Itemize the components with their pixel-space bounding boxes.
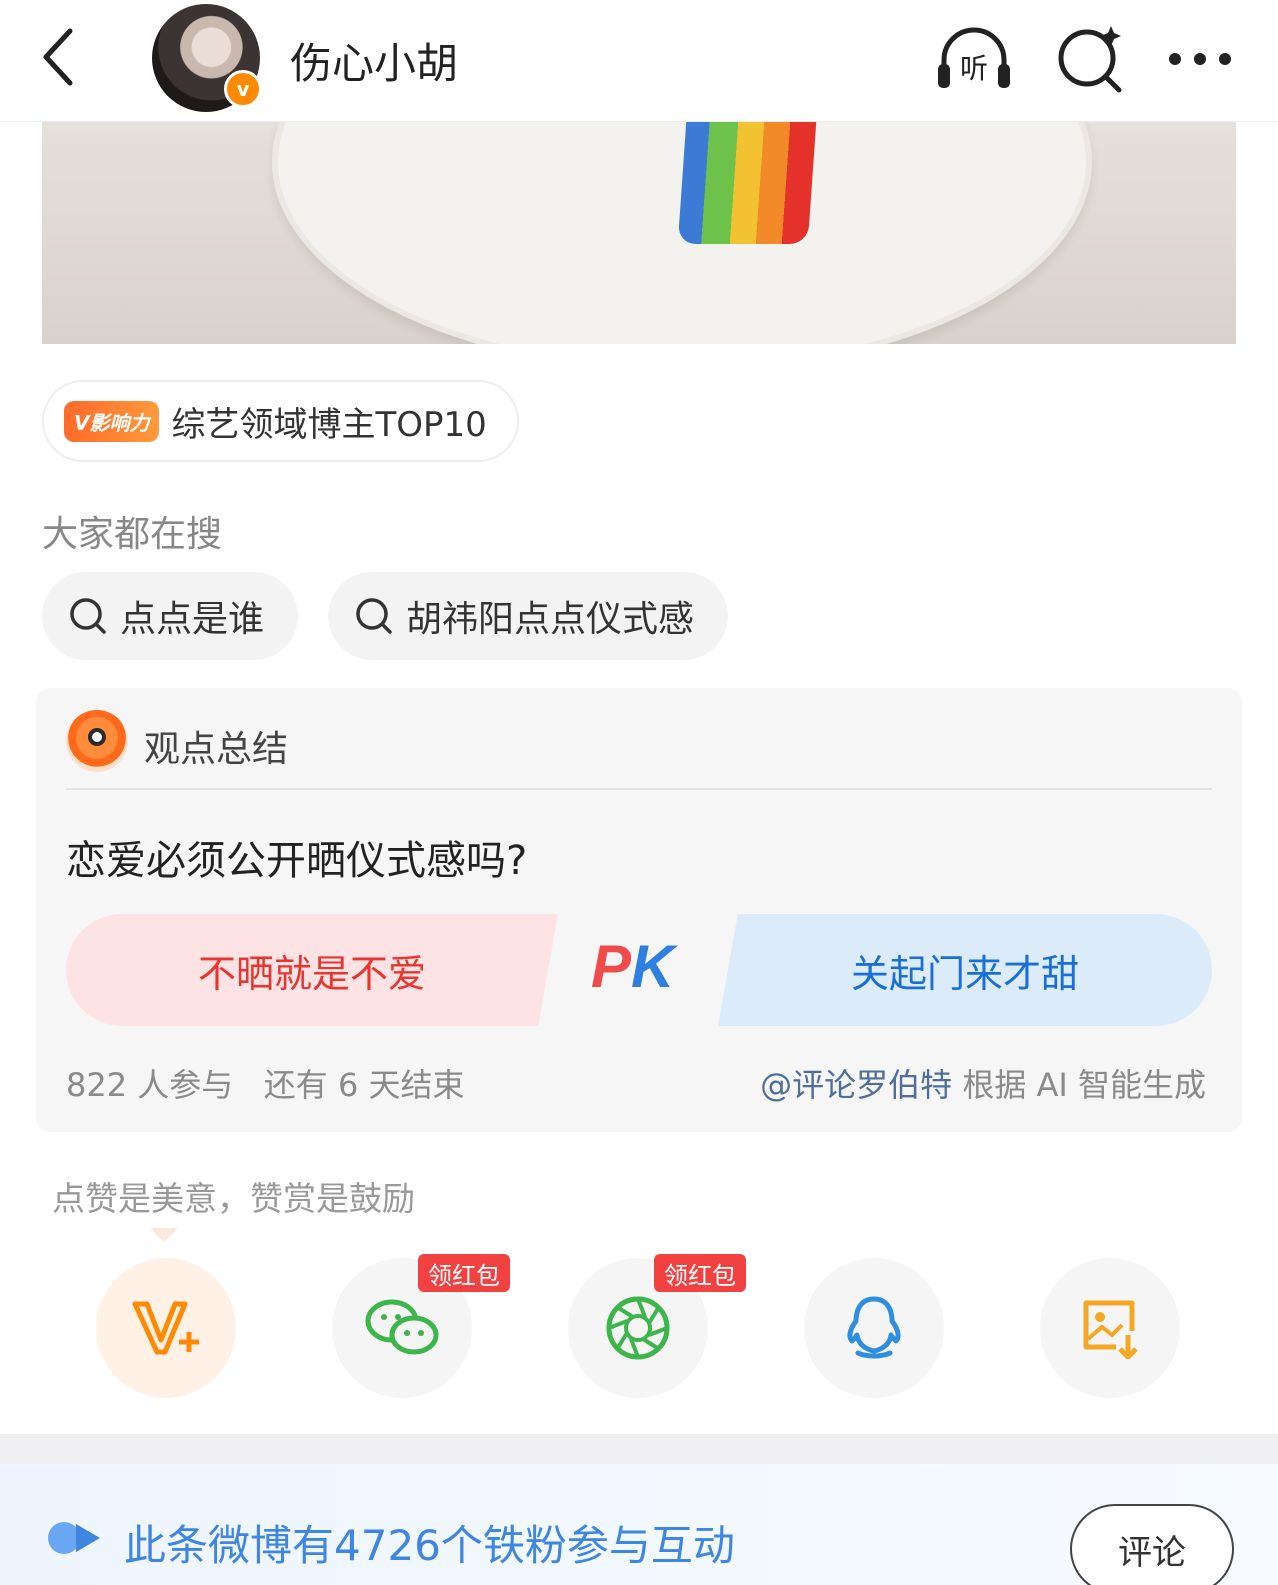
participants-count: 822 人参与 bbox=[66, 1066, 234, 1104]
opinion-card: 观点总结 恋爱必须公开晒仪式感吗? 不晒就是不爱 PK 关起门来才甜 822 人… bbox=[36, 688, 1242, 1132]
trending-item[interactable]: 点点是谁 bbox=[42, 572, 299, 660]
divider bbox=[66, 788, 1212, 790]
rainbow-candy-shape bbox=[677, 122, 817, 244]
fan-icon bbox=[48, 1522, 100, 1554]
username[interactable]: 伤心小胡 bbox=[290, 30, 458, 91]
vote-option-b-label: 关起门来才甜 bbox=[850, 951, 1079, 996]
opinion-question: 恋爱必须公开晒仪式感吗? bbox=[66, 838, 528, 884]
moments-icon bbox=[606, 1296, 670, 1360]
pk-k: K bbox=[631, 933, 675, 1000]
verified-badge: v bbox=[224, 70, 262, 108]
trending-item-label: 胡祎阳点点仪式感 bbox=[406, 599, 695, 640]
fan-interaction-bar: 此条微博有4726个铁粉参与互动 评论 bbox=[0, 1464, 1278, 1585]
post-image[interactable] bbox=[42, 122, 1236, 344]
more-icon bbox=[1169, 53, 1231, 65]
pk-label: PK bbox=[591, 932, 674, 1001]
listen-label: 听 bbox=[960, 52, 988, 85]
fan-interaction-text: 此条微博有4726个铁粉参与互动 bbox=[124, 1521, 735, 1570]
redpack-badge: 领红包 bbox=[418, 1254, 510, 1292]
save-image-button[interactable] bbox=[1040, 1258, 1180, 1398]
section-divider bbox=[0, 1434, 1278, 1464]
trending-item-label: 点点是谁 bbox=[120, 599, 265, 640]
opinion-meta: 822 人参与 还有 6 天结束 bbox=[66, 1060, 465, 1106]
pointer-triangle bbox=[150, 1228, 178, 1242]
reward-icon bbox=[132, 1301, 199, 1355]
opinion-title: 观点总结 bbox=[144, 729, 289, 770]
share-qq-button[interactable] bbox=[804, 1258, 944, 1398]
search-icon bbox=[1058, 26, 1122, 93]
redpack-badge: 领红包 bbox=[654, 1254, 746, 1292]
comment-button[interactable]: 评论 bbox=[1070, 1504, 1234, 1585]
trending-label: 大家都在搜 bbox=[42, 514, 223, 555]
more-button[interactable] bbox=[1160, 22, 1240, 96]
influence-text: 综艺领域博主TOP10 bbox=[171, 404, 487, 445]
influence-chip[interactable]: V影响力 综艺领域博主TOP10 bbox=[42, 380, 519, 462]
save-image-icon bbox=[1083, 1300, 1138, 1359]
ai-credit: @评论罗伯特 根据 AI 智能生成 bbox=[760, 1060, 1206, 1106]
reward-button[interactable] bbox=[96, 1258, 236, 1398]
top-bar: v 伤心小胡 听 bbox=[0, 0, 1278, 122]
robot-mascot-icon bbox=[66, 710, 128, 772]
back-icon bbox=[43, 28, 73, 86]
avatar[interactable]: v bbox=[152, 4, 262, 112]
praise-text: 点赞是美意，赞赏是鼓励 bbox=[52, 1179, 415, 1218]
search-icon bbox=[356, 598, 392, 634]
back-button[interactable] bbox=[28, 22, 88, 92]
vote-option-a-label: 不晒就是不爱 bbox=[197, 951, 426, 996]
listen-button[interactable]: 听 bbox=[934, 22, 1014, 96]
pk-p: P bbox=[591, 933, 632, 1000]
qq-icon bbox=[847, 1296, 901, 1359]
trending-item[interactable]: 胡祎阳点点仪式感 bbox=[328, 572, 729, 660]
credit-mention[interactable]: @评论罗伯特 bbox=[760, 1066, 952, 1104]
influence-tag: V影响力 bbox=[64, 400, 160, 442]
search-button[interactable] bbox=[1050, 22, 1130, 96]
wechat-icon bbox=[365, 1299, 439, 1355]
credit-note: 根据 AI 智能生成 bbox=[962, 1066, 1206, 1104]
time-remaining: 还有 6 天结束 bbox=[263, 1066, 465, 1104]
search-icon bbox=[70, 598, 106, 634]
listen-icon: 听 bbox=[938, 27, 1010, 88]
vote-option-b[interactable]: 关起门来才甜 bbox=[718, 914, 1212, 1026]
vote-option-a[interactable]: 不晒就是不爱 bbox=[66, 914, 558, 1026]
